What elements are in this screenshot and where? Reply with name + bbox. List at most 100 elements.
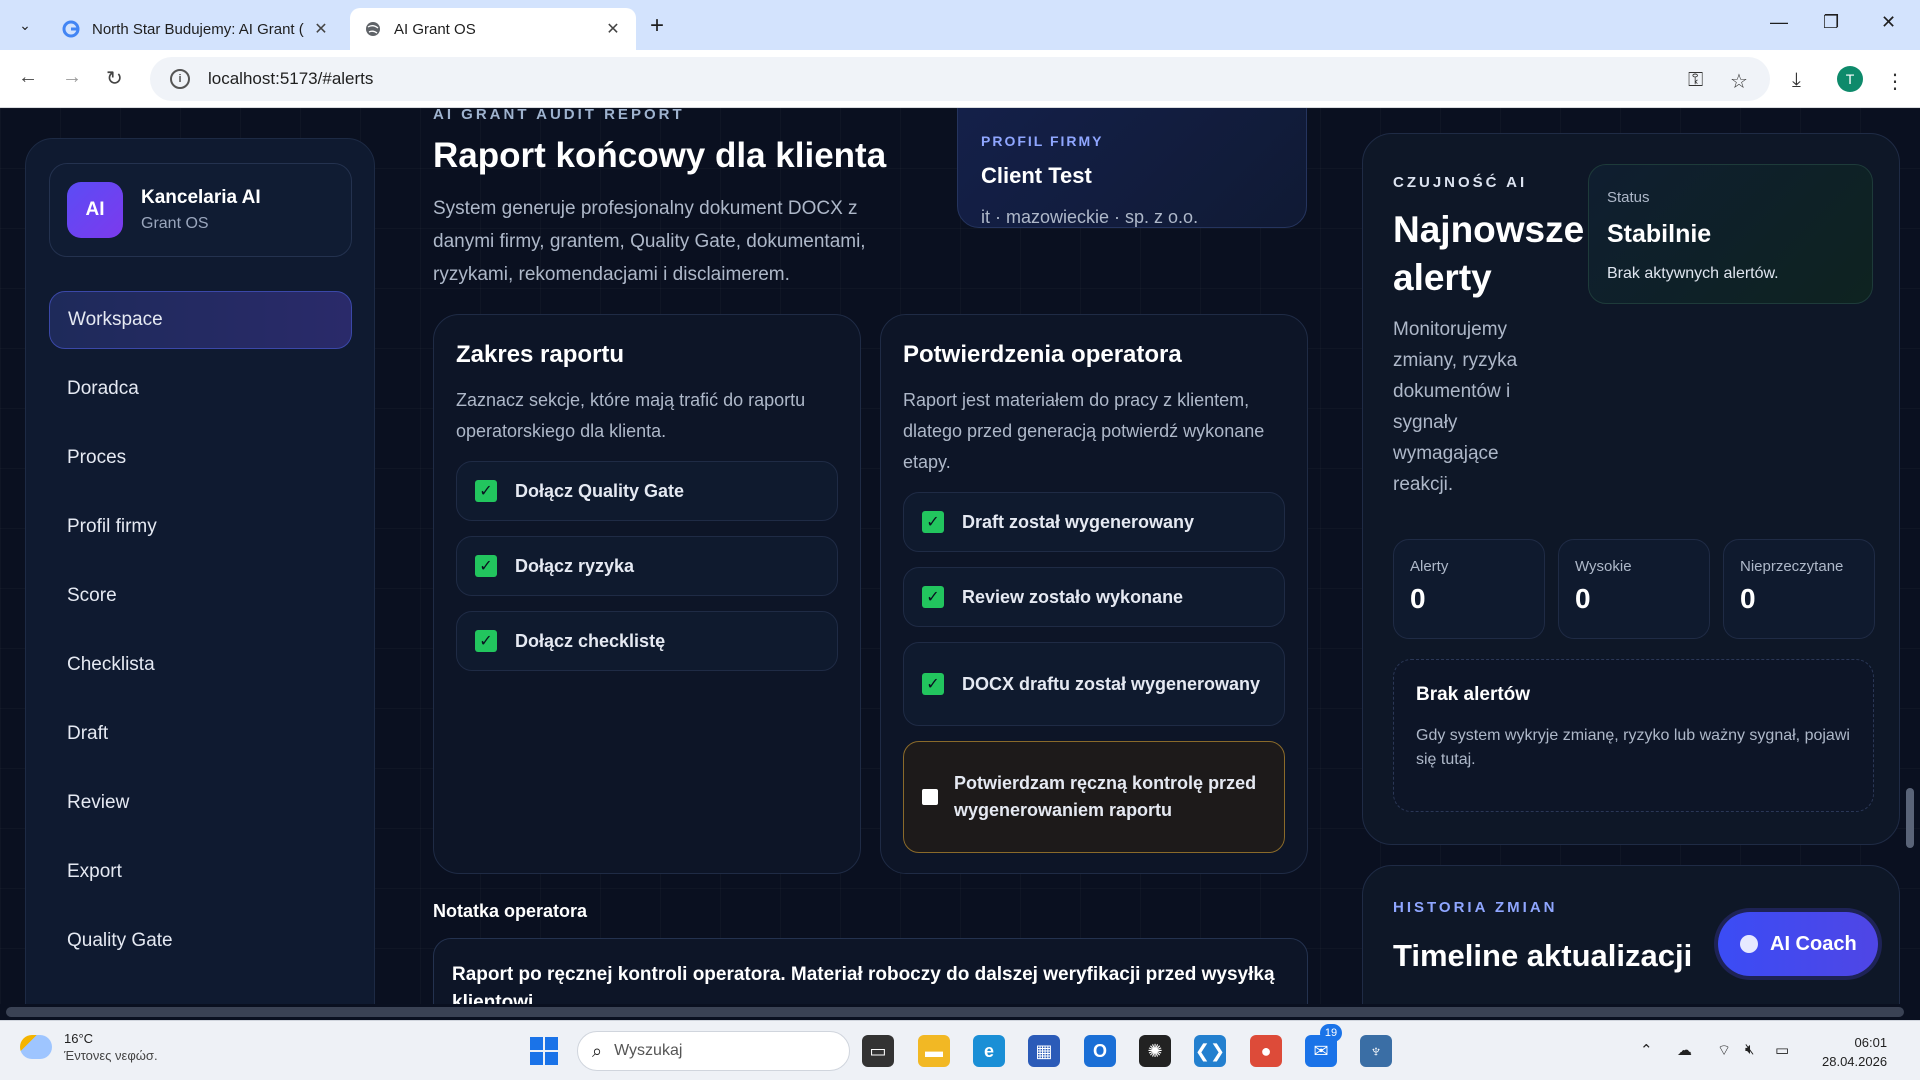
- tray-chevron-icon[interactable]: ⌃: [1640, 1041, 1653, 1059]
- main-content: AI GRANT AUDIT REPORT Raport końcowy dla…: [400, 108, 1335, 1008]
- wifi-icon[interactable]: ⌔: [1717, 1041, 1731, 1060]
- stat-value: 0: [1575, 583, 1591, 614]
- stat-value: 0: [1410, 583, 1426, 614]
- onedrive-icon[interactable]: ☁: [1677, 1041, 1692, 1059]
- ai-coach-button[interactable]: AI Coach: [1718, 912, 1878, 976]
- stat-alerts: Alerty 0: [1393, 539, 1545, 639]
- tab-search-button[interactable]: ⌄: [12, 12, 38, 38]
- sidebar-item-review[interactable]: Review: [49, 774, 352, 832]
- volume-icon[interactable]: 🔇︎: [1745, 1041, 1754, 1058]
- sidebar-item-checklista[interactable]: Checklista: [49, 636, 352, 694]
- forward-icon[interactable]: →: [62, 66, 82, 89]
- restore-icon[interactable]: ❐: [1823, 12, 1839, 33]
- brand-subtitle: Grant OS: [141, 215, 209, 232]
- url-field[interactable]: i localhost:5173/#alerts: [150, 57, 1770, 101]
- sidebar-item-score[interactable]: Score: [49, 567, 352, 625]
- close-window-icon[interactable]: ✕: [1881, 12, 1896, 33]
- checkbox-label: Draft został wygenerowany: [962, 511, 1195, 532]
- weather-widget[interactable]: 16°C Έντονες νεφώσ.: [20, 1031, 158, 1063]
- profile-kicker: PROFIL FIRMY: [981, 133, 1104, 149]
- taskbar-search[interactable]: ⌕ Wyszukaj: [577, 1031, 850, 1071]
- confirmations-description: Raport jest materiałem do pracy z klient…: [903, 390, 1265, 472]
- operator-confirmations-panel: Potwierdzenia operatora Raport jest mate…: [880, 314, 1308, 874]
- outlook-icon[interactable]: O: [1084, 1035, 1116, 1067]
- include-quality-gate-checkbox[interactable]: ✓ Dołącz Quality Gate: [456, 461, 838, 521]
- draft-generated-checkbox[interactable]: ✓ Draft został wygenerowany: [903, 492, 1285, 552]
- scrollbar-thumb[interactable]: [6, 1007, 1904, 1017]
- menu-dots-icon[interactable]: ⋮: [1885, 69, 1905, 94]
- checkbox-label: DOCX draftu został wygenerowany: [962, 673, 1261, 694]
- bookmark-star-icon[interactable]: ☆: [1730, 69, 1748, 94]
- history-kicker: HISTORIA ZMIAN: [1393, 899, 1558, 916]
- google-icon: [62, 20, 80, 38]
- task-view-icon[interactable]: ▭: [862, 1035, 894, 1067]
- clock-date: 28.04.2026: [1822, 1054, 1888, 1069]
- brand-logo: AI: [67, 182, 123, 238]
- horizontal-scrollbar[interactable]: [0, 1004, 1920, 1020]
- chrome-icon[interactable]: ●: [1250, 1035, 1282, 1067]
- sidebar-item-draft[interactable]: Draft: [49, 705, 352, 763]
- reload-icon[interactable]: ↻: [106, 66, 123, 91]
- confirmations-title: Potwierdzenia operatora: [903, 341, 1182, 368]
- browser-tab-active[interactable]: AI Grant OS ✕: [350, 8, 636, 50]
- company-profile-card: PROFIL FIRMY Client Test it · mazowiecki…: [957, 108, 1307, 228]
- vertical-scrollbar[interactable]: [1906, 788, 1914, 848]
- windows-start-icon[interactable]: [530, 1037, 558, 1065]
- url-text: localhost:5173/#alerts: [208, 69, 374, 88]
- password-key-icon[interactable]: ⚿: [1688, 69, 1703, 92]
- manual-control-checkbox[interactable]: Potwierdzam ręczną kontrolę przed wygene…: [903, 741, 1285, 853]
- back-icon[interactable]: ←: [18, 66, 38, 89]
- app-icon[interactable]: ♆: [1360, 1035, 1392, 1067]
- no-alerts-box: Brak alertów Gdy system wykryje zmianę, …: [1393, 659, 1874, 812]
- stat-label: Wysokie: [1575, 558, 1632, 575]
- checkbox-label: Dołącz checklistę: [515, 630, 666, 651]
- globe-icon: [364, 20, 382, 38]
- search-icon: ⌕: [592, 1040, 603, 1061]
- close-tab-icon[interactable]: ✕: [312, 19, 330, 39]
- include-risks-checkbox[interactable]: ✓ Dołącz ryzyka: [456, 536, 838, 596]
- sidebar-item-quality-gate[interactable]: Quality Gate: [49, 912, 352, 970]
- page-title: Raport końcowy dla klienta: [433, 136, 887, 175]
- close-tab-icon[interactable]: ✕: [604, 19, 622, 39]
- sidebar-item-doradca[interactable]: Doradca: [49, 360, 352, 418]
- alerts-title: Najnowsze alerty: [1393, 209, 1585, 298]
- download-icon[interactable]: ⤓: [1792, 69, 1801, 92]
- status-value: Stabilnie: [1607, 220, 1712, 248]
- vscode-icon[interactable]: ❮❯: [1194, 1035, 1226, 1067]
- brand-card[interactable]: AI Kancelaria AI Grant OS: [49, 163, 352, 257]
- chatgpt-icon[interactable]: ✺: [1139, 1035, 1171, 1067]
- stat-label: Alerty: [1410, 558, 1449, 575]
- brand-name: Kancelaria AI: [141, 187, 261, 208]
- new-tab-button[interactable]: +: [650, 12, 664, 40]
- no-alerts-description: Gdy system wykryje zmianę, ryzyko lub wa…: [1416, 727, 1850, 768]
- profile-avatar[interactable]: T: [1837, 66, 1863, 92]
- alerts-description: Monitorujemy zmiany, ryzyka dokumentów i…: [1393, 319, 1518, 495]
- stat-high: Wysokie 0: [1558, 539, 1710, 639]
- sidebar: AI Kancelaria AI Grant OS Workspace Dora…: [25, 138, 375, 1008]
- sidebar-item-workspace[interactable]: Workspace: [49, 291, 352, 349]
- system-clock[interactable]: 06:01 28.04.2026: [1822, 1033, 1887, 1071]
- file-explorer-icon[interactable]: ▬: [918, 1035, 950, 1067]
- company-name: Client Test: [981, 163, 1092, 188]
- operator-note-label: Notatka operatora: [433, 901, 588, 921]
- battery-icon[interactable]: ▭: [1775, 1041, 1789, 1059]
- unchecked-box-icon: [922, 789, 938, 805]
- sidebar-item-export[interactable]: Export: [49, 843, 352, 901]
- include-checklist-checkbox[interactable]: ✓ Dołącz checklistę: [456, 611, 838, 671]
- docx-generated-checkbox[interactable]: ✓ DOCX draftu został wygenerowany: [903, 642, 1285, 726]
- sidebar-item-proces[interactable]: Proces: [49, 429, 352, 487]
- site-info-icon[interactable]: i: [170, 69, 190, 89]
- tab-title: AI Grant OS: [394, 20, 476, 38]
- minimize-icon[interactable]: —: [1770, 12, 1788, 33]
- edge-icon[interactable]: e: [973, 1035, 1005, 1067]
- browser-tab-north-star[interactable]: North Star Budujemy: AI Grant ( ✕: [48, 8, 344, 50]
- review-done-checkbox[interactable]: ✓ Review zostało wykonane: [903, 567, 1285, 627]
- app-page: AI Kancelaria AI Grant OS Workspace Dora…: [0, 108, 1920, 1008]
- sidebar-item-profil-firmy[interactable]: Profil firmy: [49, 498, 352, 556]
- store-icon[interactable]: ▦: [1028, 1035, 1060, 1067]
- operator-note-textarea[interactable]: Raport po ręcznej kontroli operatora. Ma…: [433, 938, 1308, 1008]
- status-subtext: Brak aktywnych alertów.: [1607, 265, 1779, 282]
- weather-cloud-icon: [20, 1035, 52, 1059]
- status-box: Status Stabilnie Brak aktywnych alertów.: [1588, 164, 1873, 304]
- page-description: System generuje profesjonalny dokument D…: [433, 198, 866, 285]
